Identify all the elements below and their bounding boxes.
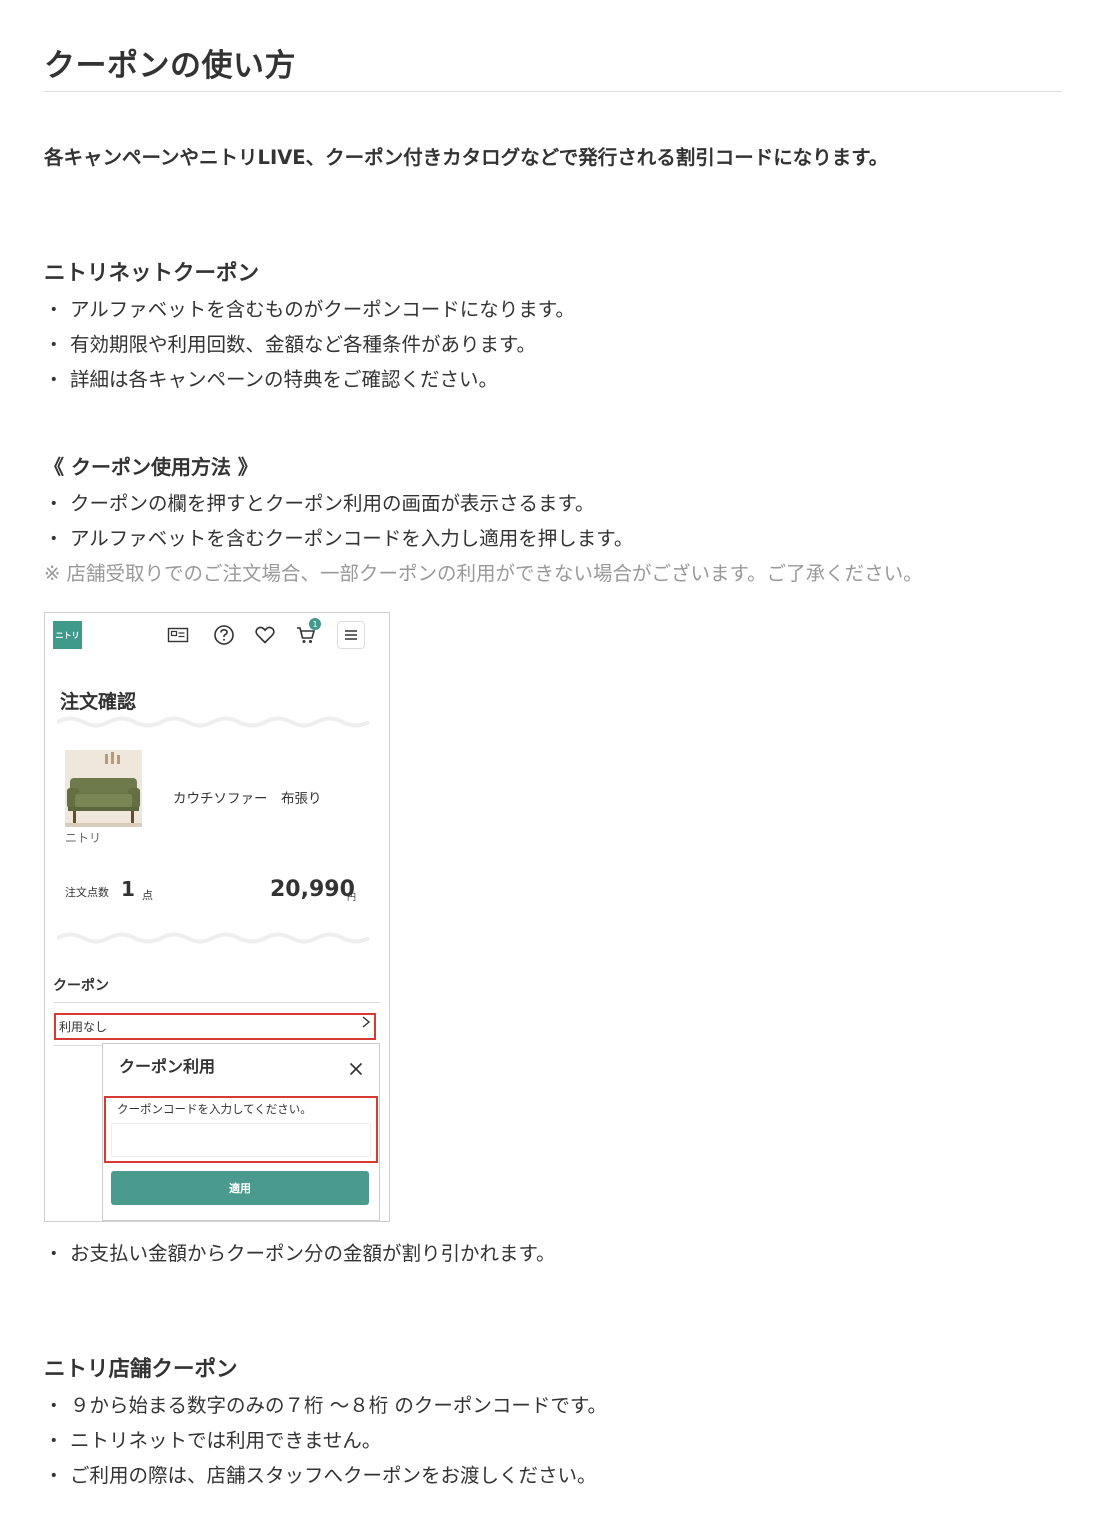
coupon-select-value: 利用なし	[59, 1020, 108, 1034]
list-item: ・ニトリネットでは利用できません。	[44, 1429, 382, 1452]
list-item: ・ご利用の際は、店舗スタッフへクーポンをお渡しください。	[44, 1464, 597, 1487]
list-item: ・クーポンの欄を押すとクーポン利用の画面が表示さるます。	[44, 492, 595, 515]
list-item: ・有効期限や利用回数、金額など各種条件があります。	[44, 333, 537, 356]
intro-text: 各キャンペーンやニトリLIVE、クーポン付きカタログなどで発行される割引コードに…	[44, 146, 889, 169]
list-item: ・ ９から始まる数字のみの７桁 〜８桁 のクーポンコードです。	[44, 1394, 607, 1417]
usage-heading: 《 クーポン使用方法 》	[44, 455, 258, 479]
coupon-heading: クーポン	[53, 978, 109, 994]
total-price: 20,990	[270, 877, 355, 902]
list-item: ・アルファベットを含むクーポンコードを入力し適用を押します。	[44, 527, 634, 550]
apply-button[interactable]: 適用	[111, 1171, 369, 1205]
order-confirm-screenshot: ニトリ 1 注文確認 カウチソファー 布張り ニトリ 注文点数 1 点 20,9…	[44, 612, 390, 1222]
cart-count-badge: 1	[309, 618, 321, 630]
nitori-logo: ニトリ	[53, 621, 82, 649]
net-coupon-heading: ニトリネットクーポン	[44, 261, 260, 286]
currency-label: 円	[347, 893, 357, 903]
coupon-code-input[interactable]	[111, 1123, 371, 1157]
wave-divider	[57, 716, 370, 728]
sofa-product-image	[65, 750, 142, 827]
title-divider	[44, 91, 1062, 92]
coupon-divider	[53, 1002, 381, 1003]
member-card-icon	[166, 623, 190, 647]
coupon-code-label: クーポンコードを入力してください。	[117, 1102, 312, 1116]
product-brand: ニトリ	[65, 831, 102, 845]
store-pickup-note: ※ 店舗受取りでのご注文場合、一部クーポンの利用ができない場合がございます。ご了…	[44, 562, 923, 585]
help-icon	[212, 623, 236, 647]
list-item: ・お支払い金額からクーポン分の金額が割り引かれます。	[44, 1242, 556, 1265]
wave-divider	[57, 932, 370, 944]
quantity-label: 注文点数	[65, 886, 109, 899]
order-confirm-title: 注文確認	[60, 691, 137, 713]
coupon-bottom-line	[53, 1045, 103, 1046]
store-coupon-heading: ニトリ店舗クーポン	[44, 1357, 238, 1382]
quantity-value: 1	[121, 877, 135, 901]
close-icon[interactable]	[349, 1057, 363, 1081]
quantity-unit: 点	[142, 889, 153, 902]
chevron-right-icon	[361, 1015, 371, 1033]
list-item: ・アルファベットを含むものがクーポンコードになります。	[44, 298, 575, 321]
favorite-heart-icon	[253, 623, 277, 647]
coupon-help-page: クーポンの使い方 各キャンペーンやニトリLIVE、クーポン付きカタログなどで発行…	[0, 0, 1100, 1520]
hamburger-menu-icon	[337, 621, 365, 649]
product-name: カウチソファー 布張り	[173, 791, 322, 807]
list-item: ・詳細は各キャンペーンの特典をご確認ください。	[44, 368, 499, 391]
modal-title: クーポン利用	[119, 1057, 216, 1076]
page-title: クーポンの使い方	[44, 48, 296, 84]
